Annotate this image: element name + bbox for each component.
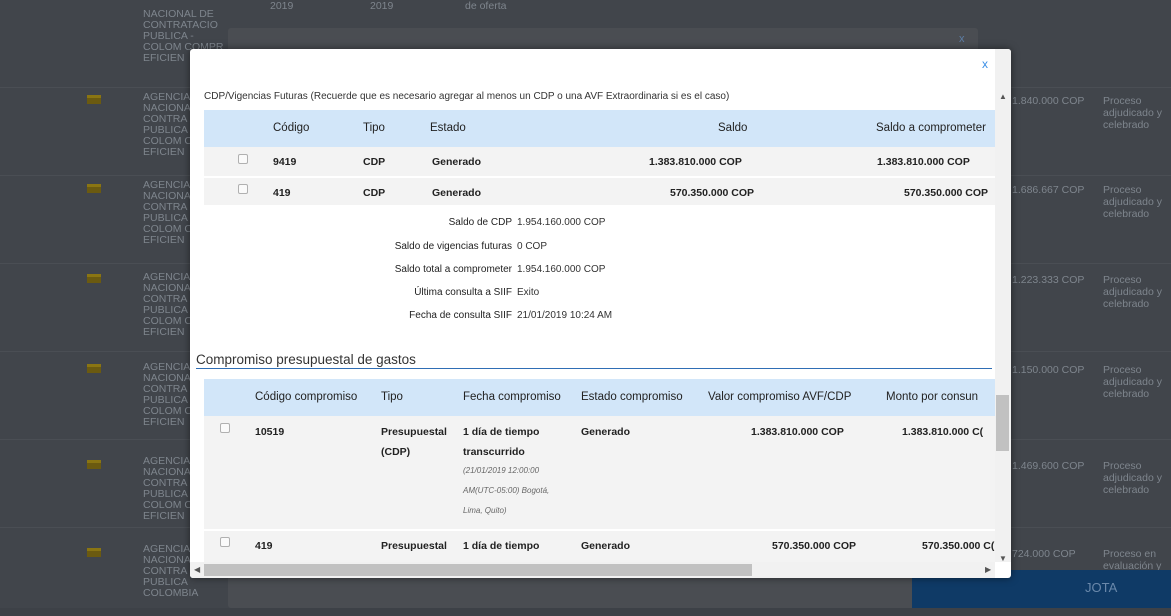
bg-folder-icon: [87, 548, 101, 557]
cell-fecha-2: transcurrido: [463, 446, 525, 458]
summary-label: Saldo de vigencias futuras: [394, 241, 512, 252]
col-codigo-compromiso: Código compromiso: [255, 391, 358, 403]
cell-saldo: 1.383.810.000 COP: [649, 156, 742, 168]
cell-valor: 1.383.810.000 COP: [751, 426, 844, 438]
col-tipo: Tipo: [363, 122, 385, 134]
bg-value: 1.223.333 COP: [1012, 274, 1085, 286]
bg-folder-icon: [87, 184, 101, 193]
close-icon[interactable]: x: [982, 57, 988, 71]
summary-label: Saldo de CDP: [448, 217, 512, 228]
bg-value: 724.000 COP: [1012, 548, 1076, 560]
vertical-scrollbar[interactable]: [995, 49, 1011, 562]
cdp-section-title: CDP/Vigencias Futuras (Recuerde que es n…: [204, 91, 730, 102]
cell-monto: 1.383.810.000 C(: [902, 426, 984, 438]
cell-fecha-detail-2: AM(UTC-05:00) Bogotá,: [463, 486, 550, 495]
col-tipo: Tipo: [381, 391, 403, 403]
row-checkbox[interactable]: [238, 184, 248, 194]
vertical-scroll-thumb[interactable]: [996, 395, 1009, 451]
row-checkbox[interactable]: [220, 537, 230, 547]
col-fecha-compromiso: Fecha compromiso: [463, 391, 561, 403]
cell-fecha-detail-3: Lima, Quito): [463, 506, 507, 515]
bg-value: 1.469.600 COP: [1012, 460, 1085, 472]
summary-value: 1.954.160.000 COP: [517, 217, 606, 228]
cell-tipo: Presupuestal: [381, 426, 447, 438]
cell-codigo: 10519: [255, 426, 285, 438]
section-divider: [196, 368, 992, 369]
col-saldo: Saldo: [718, 122, 748, 134]
scroll-down-arrow-icon[interactable]: ▼: [999, 554, 1007, 563]
cell-codigo: 419: [255, 540, 273, 552]
bg-folder-icon: [87, 274, 101, 283]
cell-fecha: 1 día de tiempo: [463, 540, 540, 552]
scroll-left-arrow-icon[interactable]: ◀: [194, 565, 200, 574]
bg-folder-icon: [87, 95, 101, 104]
bg-state: Proceso adjudicado y celebrado: [1103, 364, 1162, 400]
background-close-icon[interactable]: x: [959, 33, 965, 45]
col-monto-consumir: Monto por consun: [886, 391, 979, 403]
cell-tipo: CDP: [363, 156, 386, 168]
summary-value: 1.954.160.000 COP: [517, 264, 606, 275]
bg-state: Proceso en evaluación y: [1103, 548, 1162, 572]
bg-folder-icon: [87, 460, 101, 469]
scroll-right-arrow-icon[interactable]: ▶: [985, 565, 991, 574]
cell-monto: 570.350.000 C(: [922, 540, 995, 552]
cell-tipo: CDP: [363, 187, 386, 199]
modal-content: x CDP/Vigencias Futuras (Recuerde que es…: [190, 49, 995, 562]
bg-state: Proceso adjudicado y celebrado: [1103, 460, 1162, 496]
bg-state: Proceso adjudicado y celebrado: [1103, 274, 1162, 310]
summary-label: Fecha de consulta SIIF: [409, 310, 512, 321]
scroll-up-arrow-icon[interactable]: ▲: [999, 92, 1007, 101]
col-codigo: Código: [273, 122, 310, 134]
col-estado: Estado: [430, 122, 466, 134]
summary-value: 21/01/2019 10:24 AM: [517, 310, 613, 321]
cell-valor: 570.350.000 COP: [772, 540, 857, 552]
cell-fecha: 1 día de tiempo: [463, 426, 540, 438]
cell-fecha-detail: (21/01/2019 12:00:00: [463, 466, 540, 475]
cell-estado: Generado: [432, 156, 482, 168]
cell-saldo-comprometer: 1.383.810.000 COP: [877, 156, 970, 168]
table-row: 9419 CDP Generado 1.383.810.000 COP 1.38…: [204, 147, 995, 176]
col-estado-compromiso: Estado compromiso: [581, 391, 683, 403]
cell-estado: Generado: [581, 426, 631, 438]
cell-saldo: 570.350.000 COP: [670, 187, 755, 199]
bg-folder-icon: [87, 364, 101, 373]
cell-codigo: 9419: [273, 156, 297, 168]
table-row: 10519 Presupuestal (CDP) 1 día de tiempo…: [204, 416, 995, 529]
bg-value: 1.686.667 COP: [1012, 184, 1085, 196]
cell-saldo-comprometer: 570.350.000 COP: [904, 187, 989, 199]
cell-tipo-2: (CDP): [381, 446, 411, 458]
cell-codigo: 419: [273, 187, 291, 199]
summary-value: Exito: [517, 287, 540, 298]
compromiso-table-header: Código compromiso Tipo Fecha compromiso …: [204, 379, 995, 416]
cell-estado: Generado: [581, 540, 631, 552]
row-checkbox[interactable]: [238, 154, 248, 164]
bg-action-label: JOTA: [1085, 580, 1118, 595]
col-valor-compromiso: Valor compromiso AVF/CDP: [708, 391, 852, 403]
summary-label: Última consulta a SIIF: [414, 287, 512, 298]
bg-state: Proceso adjudicado y celebrado: [1103, 95, 1162, 131]
table-row: 419 CDP Generado 570.350.000 COP 570.350…: [204, 176, 995, 205]
row-checkbox[interactable]: [220, 423, 230, 433]
table-row: 419 Presupuestal 1 día de tiempo Generad…: [204, 531, 995, 562]
cdp-table-header: Código Tipo Estado Saldo Saldo a comprom…: [204, 110, 995, 147]
summary-label: Saldo total a comprometer: [394, 264, 512, 275]
horizontal-scroll-thumb[interactable]: [204, 564, 752, 576]
cell-estado: Generado: [432, 187, 482, 199]
summary-value: 0 COP: [517, 241, 548, 252]
col-saldo-comprometer: Saldo a comprometer: [876, 122, 986, 134]
bg-state: Proceso adjudicado y celebrado: [1103, 184, 1162, 220]
cdp-modal: x CDP/Vigencias Futuras (Recuerde que es…: [190, 49, 1011, 578]
bg-value: 1.150.000 COP: [1012, 364, 1085, 376]
bg-value: 1.840.000 COP: [1012, 95, 1085, 107]
compromiso-section-title: Compromiso presupuestal de gastos: [196, 352, 416, 367]
cell-tipo: Presupuestal: [381, 540, 447, 552]
